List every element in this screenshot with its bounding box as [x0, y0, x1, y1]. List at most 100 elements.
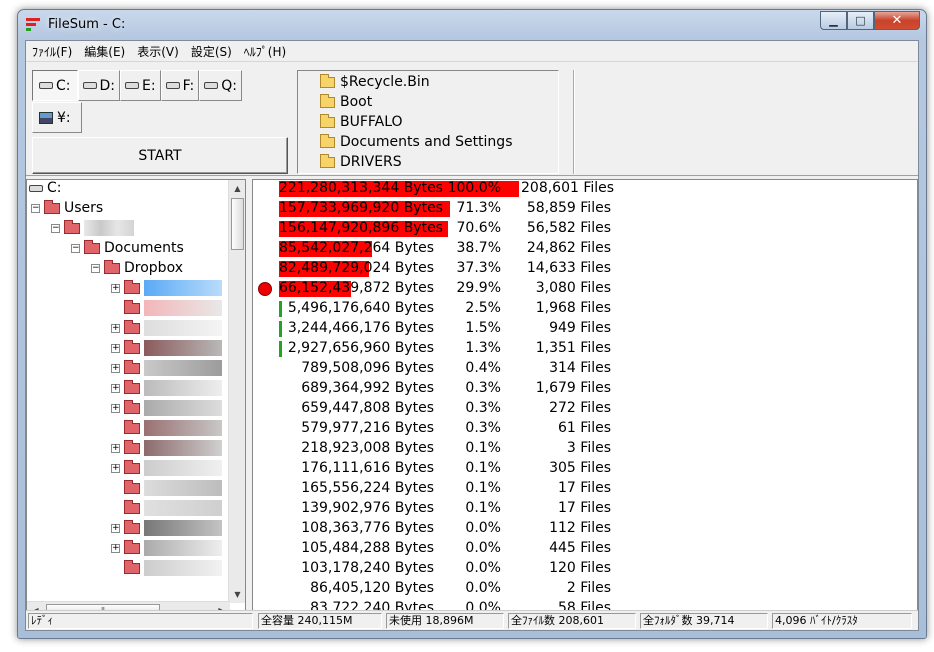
size-list-row[interactable]: 789,508,096 Bytes 0.4% 314 Files: [253, 359, 913, 379]
tree-node-subfolder[interactable]: +: [111, 278, 222, 298]
tree-node-user[interactable]: −: [51, 218, 134, 238]
maximize-button[interactable]: □: [847, 11, 874, 30]
tree-node-dropbox[interactable]: − Dropbox: [91, 258, 183, 278]
tree-node-label: Users: [64, 200, 104, 216]
collapse-icon[interactable]: −: [71, 243, 80, 253]
tree-node-subfolder[interactable]: +: [111, 338, 222, 358]
file-count: 1,968 Files: [535, 300, 611, 316]
tree-vertical-scrollbar[interactable]: ▲ ▼: [228, 180, 245, 603]
collapse-icon[interactable]: −: [91, 263, 100, 273]
size-list-row[interactable]: 82,489,729,024 Bytes 37.3% 14,633 Files: [253, 259, 913, 279]
size-list-row[interactable]: 659,447,808 Bytes 0.3% 272 Files: [253, 399, 913, 419]
folder-icon: [124, 299, 140, 314]
size-list-row[interactable]: 66,152,439,872 Bytes 29.9% 3,080 Files: [253, 279, 913, 299]
menu-help[interactable]: ﾍﾙﾌﾟ(H): [238, 43, 292, 60]
folder-item[interactable]: $Recycle.Bin: [320, 72, 558, 92]
size-list-row[interactable]: 105,484,288 Bytes 0.0% 445 Files: [253, 539, 913, 559]
drive-tab-q[interactable]: Q:: [199, 70, 242, 101]
drive-tab-network[interactable]: ¥:: [32, 102, 82, 133]
scroll-thumb[interactable]: [231, 198, 244, 250]
size-percent: 0.1%: [465, 440, 501, 456]
expand-icon[interactable]: +: [111, 363, 120, 373]
file-count: 3,080 Files: [535, 280, 611, 296]
tree-node-users[interactable]: − Users: [31, 198, 103, 218]
folder-item[interactable]: DRIVERS: [320, 152, 558, 172]
tree-root[interactable]: C:: [29, 180, 62, 198]
drive-tab-d[interactable]: D:: [77, 70, 120, 101]
drive-tab-f[interactable]: F:: [160, 70, 200, 101]
drive-tab-e[interactable]: E:: [120, 70, 161, 101]
expand-icon[interactable]: +: [111, 283, 120, 293]
file-count: 314 Files: [549, 360, 611, 376]
title-bar[interactable]: FileSum - C: ▁ □ ✕: [18, 10, 926, 40]
file-count: 120 Files: [549, 560, 611, 576]
start-button[interactable]: START: [32, 137, 288, 174]
size-list-row[interactable]: 108,363,776 Bytes 0.0% 112 Files: [253, 519, 913, 539]
folder-tree[interactable]: C: −Users − −Documents −Dropbox ▲ ▼ ◀ ⦀ …: [26, 179, 246, 619]
size-bytes: 689,364,992 Bytes: [301, 380, 434, 396]
size-percent: 100.0%: [447, 180, 501, 196]
tree-node-subfolder[interactable]: +: [111, 398, 222, 418]
tree-node-subfolder[interactable]: [111, 478, 222, 498]
folder-item[interactable]: Boot: [320, 92, 558, 112]
tree-node-subfolder[interactable]: [111, 418, 222, 438]
size-list-row[interactable]: 157,733,969,920 Bytes 71.3% 58,859 Files: [253, 199, 913, 219]
size-list-row[interactable]: 2,927,656,960 Bytes 1.3% 1,351 Files: [253, 339, 913, 359]
tree-node-subfolder[interactable]: +: [111, 358, 222, 378]
size-list-row[interactable]: 5,496,176,640 Bytes 2.5% 1,968 Files: [253, 299, 913, 319]
size-list-row[interactable]: 3,244,466,176 Bytes 1.5% 949 Files: [253, 319, 913, 339]
drive-label: Q:: [221, 77, 237, 94]
tree-node-documents[interactable]: − Documents: [71, 238, 184, 258]
folder-icon: [124, 339, 140, 354]
tree-node-subfolder[interactable]: [111, 298, 222, 318]
scroll-down-icon[interactable]: ▼: [229, 586, 245, 603]
tree-node-subfolder[interactable]: [111, 558, 222, 578]
expand-icon[interactable]: +: [111, 323, 120, 333]
status-free: 未使用 18,896M: [386, 613, 504, 629]
expand-icon[interactable]: +: [111, 343, 120, 353]
size-list[interactable]: 221,280,313,344 Bytes 100.0% 208,601 Files…: [252, 179, 918, 619]
scroll-up-icon[interactable]: ▲: [229, 180, 245, 197]
menu-file[interactable]: ﾌｧｲﾙ(F): [26, 43, 78, 60]
expand-icon[interactable]: +: [111, 443, 120, 453]
size-list-row[interactable]: 221,280,313,344 Bytes 100.0% 208,601 Files: [253, 180, 913, 199]
tree-node-subfolder[interactable]: +: [111, 378, 222, 398]
menu-edit[interactable]: 編集(E): [78, 43, 131, 60]
size-percent: 0.0%: [465, 520, 501, 536]
collapse-icon[interactable]: −: [31, 203, 40, 213]
menu-view[interactable]: 表示(V): [131, 43, 185, 60]
size-list-row[interactable]: 218,923,008 Bytes 0.1% 3 Files: [253, 439, 913, 459]
tree-node-subfolder[interactable]: +: [111, 518, 222, 538]
expand-icon[interactable]: +: [111, 523, 120, 533]
size-list-row[interactable]: 689,364,992 Bytes 0.3% 1,679 Files: [253, 379, 913, 399]
expand-icon[interactable]: +: [111, 543, 120, 553]
size-bytes: 85,542,027,264 Bytes: [279, 240, 435, 256]
maximize-icon: □: [855, 14, 866, 27]
expand-icon[interactable]: +: [111, 463, 120, 473]
size-list-row[interactable]: 86,405,120 Bytes 0.0% 2 Files: [253, 579, 913, 599]
expand-icon[interactable]: +: [111, 403, 120, 413]
drive-icon: [165, 82, 180, 89]
collapse-icon[interactable]: −: [51, 223, 60, 233]
minimize-button[interactable]: ▁: [820, 11, 847, 30]
drive-tab-c[interactable]: C:: [32, 70, 78, 101]
expand-icon[interactable]: +: [111, 383, 120, 393]
size-list-row[interactable]: 579,977,216 Bytes 0.3% 61 Files: [253, 419, 913, 439]
size-percent: 38.7%: [456, 240, 501, 256]
tree-node-subfolder[interactable]: +: [111, 318, 222, 338]
size-list-row[interactable]: 139,902,976 Bytes 0.1% 17 Files: [253, 499, 913, 519]
close-button[interactable]: ✕: [874, 11, 920, 30]
size-list-row[interactable]: 176,111,616 Bytes 0.1% 305 Files: [253, 459, 913, 479]
size-list-row[interactable]: 85,542,027,264 Bytes 38.7% 24,862 Files: [253, 239, 913, 259]
tree-node-subfolder[interactable]: [111, 498, 222, 518]
size-list-row[interactable]: 103,178,240 Bytes 0.0% 120 Files: [253, 559, 913, 579]
folder-item[interactable]: Documents and Settings: [320, 132, 558, 152]
tree-node-subfolder[interactable]: +: [111, 538, 222, 558]
folder-item[interactable]: BUFFALO: [320, 112, 558, 132]
size-list-row[interactable]: 165,556,224 Bytes 0.1% 17 Files: [253, 479, 913, 499]
menu-settings[interactable]: 設定(S): [185, 43, 238, 60]
size-list-row[interactable]: 156,147,920,896 Bytes 70.6% 56,582 Files: [253, 219, 913, 239]
folder-name: BUFFALO: [340, 114, 403, 130]
tree-node-subfolder[interactable]: +: [111, 438, 222, 458]
tree-node-subfolder[interactable]: +: [111, 458, 222, 478]
